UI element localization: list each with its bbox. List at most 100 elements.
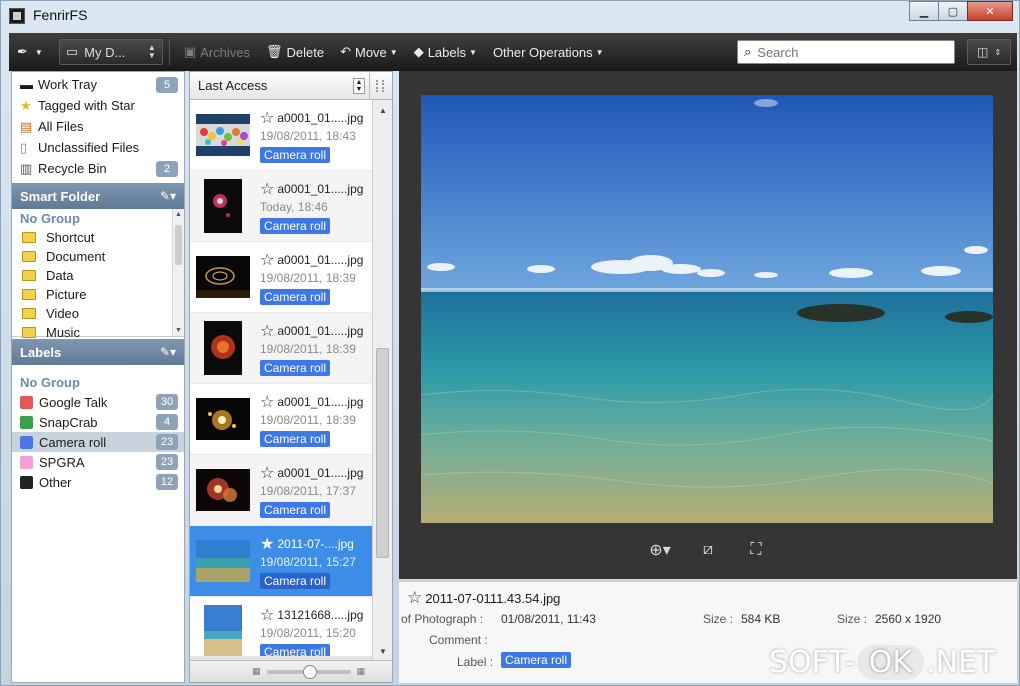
file-row[interactable]: ☆ a0001_01.....jpg 19/08/2011, 17:37 Came… [190, 455, 372, 526]
thumbnail-size-slider[interactable] [266, 664, 351, 679]
file-name-text: a0001_01.....jpg [277, 252, 364, 267]
watermark-text: .NET [926, 644, 996, 680]
folder-icon [22, 270, 36, 281]
folder-label: Shortcut [46, 230, 95, 245]
sort-selector[interactable]: Last Access ▲ ▼ [190, 72, 370, 99]
count-badge: 4 [156, 414, 178, 430]
folder-icon [22, 251, 36, 262]
document-icon: ▯ [20, 139, 28, 155]
search-box[interactable]: ⌕ [737, 40, 955, 64]
smart-folder-document[interactable]: Document [12, 247, 184, 266]
file-info: ☆ 13121668.....jpg 19/08/2011, 15:20 Came… [260, 605, 363, 656]
file-row[interactable]: ☆ a0001_01.....jpg Today, 18:46 Camera ro… [190, 171, 372, 242]
grip-icon[interactable] [376, 79, 384, 92]
star-outline-icon[interactable]: ☆ [260, 179, 274, 199]
drive-selector[interactable]: ▭ My D... ▲ ▼ [58, 39, 163, 65]
scroll-thumb[interactable] [175, 225, 182, 265]
watermark-logo: SOFT- OK .NET [769, 641, 995, 683]
smart-folder-video[interactable]: Video [12, 304, 184, 323]
file-row[interactable]: ☆ a0001_01.....jpg 19/08/2011, 18:39 Came… [190, 242, 372, 313]
file-row[interactable]: ☆ a0001_01.....jpg 19/08/2011, 18:43 Came… [190, 100, 372, 171]
label-item-other[interactable]: Other 12 [12, 472, 184, 492]
edit-icon[interactable]: ✎▾ [160, 189, 176, 203]
label-field-value[interactable]: Camera roll [501, 652, 572, 668]
small-thumbnail-icon[interactable]: ▦ [252, 666, 261, 677]
file-date: Today, 18:46 [260, 199, 328, 214]
move-button[interactable]: ↶ Move ▼ [332, 37, 406, 67]
smart-folder-music[interactable]: Music [12, 323, 184, 342]
scroll-up-icon: ▲ [379, 106, 387, 115]
close-icon: ✕ [985, 5, 995, 18]
sidebar-item-tagged-with-star[interactable]: ★ Tagged with Star [12, 95, 184, 116]
actual-size-button[interactable]: ⧄ [696, 539, 720, 561]
star-filled-icon[interactable]: ★ [260, 534, 274, 554]
sidebar-item-work-tray[interactable]: ▬ Work Tray 5 [12, 74, 184, 95]
star-outline-icon[interactable]: ☆ [260, 321, 274, 341]
file-list-scrollbar[interactable]: ▲ ▼ [372, 100, 392, 660]
file-info: ☆ a0001_01.....jpg 19/08/2011, 18:43 Came… [260, 108, 363, 163]
file-row-selected[interactable]: ★ 2011-07-....jpg 19/08/2011, 15:27 Camer… [190, 526, 372, 597]
smart-folder-picture[interactable]: Picture [12, 285, 184, 304]
label-color-swatch [20, 415, 33, 429]
file-thumbnail [196, 114, 250, 156]
label-tag: Camera roll [260, 430, 331, 447]
sidebar-item-unclassified-files[interactable]: ▯ Unclassified Files [12, 137, 184, 158]
smart-folder-scrollbar[interactable]: ▲ ▼ [172, 209, 184, 336]
labels-button[interactable]: ◆ Labels ▼ [406, 37, 485, 67]
chevron-down-icon: ▼ [469, 47, 477, 57]
app-menu-button[interactable]: ✒ ▼ [9, 37, 51, 67]
archives-button[interactable]: ▣ Archives [176, 37, 258, 67]
search-input[interactable] [757, 44, 938, 60]
count-badge: 5 [156, 76, 178, 93]
smart-folder-shortcut[interactable]: Shortcut [12, 228, 184, 247]
label-color-swatch [20, 435, 33, 449]
file-row[interactable]: ☆ a0001_01.....jpg 19/08/2011, 18:39 Came… [190, 384, 372, 455]
file-row[interactable]: ☆ 13121668.....jpg 19/08/2011, 15:20 Came… [190, 597, 372, 656]
toolbar: ✒ ▼ ▭ My D... ▲ ▼ ▣ Archives 🗑 Delete ↶ Move ▼… [9, 33, 1017, 71]
preview-toolbar: ⊕▾ ⧄ ⛶ [399, 539, 1017, 561]
scroll-down-icon: ▼ [175, 327, 182, 334]
thumbnail-size-bar: ▦ ▦ [190, 660, 392, 682]
label-item-camera-roll[interactable]: Camera roll 23 [12, 432, 184, 452]
minimize-button[interactable]: ▁ [909, 1, 939, 21]
star-outline-icon[interactable]: ☆ [260, 605, 274, 625]
star-outline-icon[interactable]: ☆ [407, 588, 422, 608]
label-item-google-talk[interactable]: Google Talk 30 [12, 392, 184, 412]
labels-header[interactable]: Labels ✎▾ [12, 339, 184, 365]
smart-folder-data[interactable]: Data [12, 266, 184, 285]
file-row[interactable]: ☆ a0001_01.....jpg 19/08/2011, 18:39 Came… [190, 313, 372, 384]
smart-folder-header[interactable]: Smart Folder ✎▾ [12, 183, 184, 209]
delete-button[interactable]: 🗑 Delete [258, 37, 332, 67]
star-outline-icon[interactable]: ☆ [260, 463, 274, 483]
label-color-swatch [20, 455, 33, 469]
fit-to-window-button[interactable]: ⛶ [744, 539, 768, 561]
sidebar-item-label: Unclassified Files [38, 140, 140, 155]
file-name: ☆ a0001_01.....jpg [260, 463, 363, 483]
other-operations-button[interactable]: Other Operations ▼ [485, 37, 612, 67]
zoom-button[interactable]: ⊕▾ [648, 539, 672, 561]
label-name: Other [39, 474, 72, 490]
sidebar-item-all-files[interactable]: ▤ All Files [12, 116, 184, 137]
large-thumbnail-icon[interactable]: ▦ [357, 666, 366, 677]
scroll-thumb[interactable] [376, 348, 389, 558]
smart-folder-list: No Group Shortcut Document Data Picture … [12, 209, 184, 340]
spinner-icon: ⇕ [994, 47, 1002, 57]
layout-toggle-button[interactable]: ◫ ⇕ [967, 39, 1011, 65]
folder-label: Picture [46, 287, 87, 302]
sidebar-item-recycle-bin[interactable]: ▥ Recycle Bin 2 [12, 158, 184, 179]
title-bar: FenrirFS ▁ ▢ ✕ [1, 1, 1019, 31]
star-outline-icon[interactable]: ☆ [260, 108, 274, 128]
panel-layout-icon: ◫ [976, 45, 989, 59]
close-button[interactable]: ✕ [967, 1, 1013, 21]
maximize-button[interactable]: ▢ [938, 1, 968, 21]
label-item-snapcrab[interactable]: SnapCrab 4 [12, 412, 184, 432]
drive-label: My D... [84, 44, 126, 60]
label-name: Camera roll [39, 434, 107, 450]
star-outline-icon[interactable]: ☆ [260, 250, 274, 270]
label-item-spgra[interactable]: SPGRA 23 [12, 452, 184, 472]
edit-icon[interactable]: ✎▾ [160, 345, 176, 359]
star-outline-icon[interactable]: ☆ [260, 392, 274, 412]
slider-knob[interactable] [302, 664, 317, 679]
file-name: ☆ a0001_01.....jpg [260, 108, 363, 128]
chevron-down-icon: ▼ [389, 47, 398, 57]
